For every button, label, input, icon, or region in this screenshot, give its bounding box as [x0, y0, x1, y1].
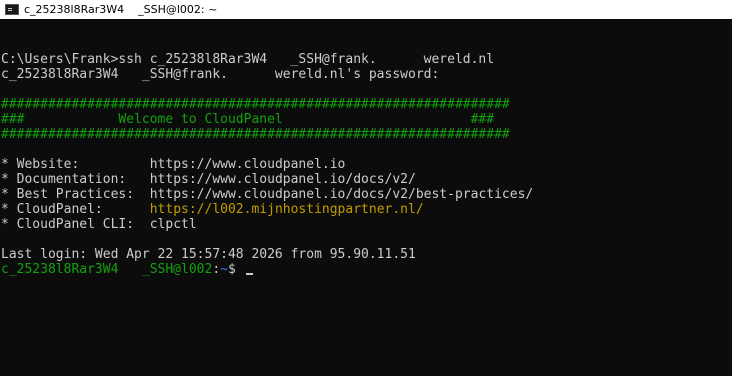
banner-bottom-line: ########################################…: [1, 127, 510, 142]
prompt-colon: :: [212, 262, 221, 277]
prompt-user-host: c_25238l8Rar3W4 _SSH@l002: [1, 262, 213, 277]
website-label: * Website:: [1, 157, 150, 172]
prompt-line[interactable]: c_25238l8Rar3W4 _SSH@l002:~$: [1, 262, 731, 277]
cloudpanel-label: * CloudPanel:: [1, 202, 150, 217]
last-login-line: Last login: Wed Apr 22 15:57:48 2026 fro…: [1, 247, 416, 262]
text-cursor: [245, 273, 253, 275]
cloudpanel-link[interactable]: https://l002.mijnhostingpartner.nl/: [150, 202, 424, 217]
banner-top-line: ########################################…: [1, 97, 510, 112]
website-link[interactable]: https://www.cloudpanel.io: [150, 157, 346, 172]
terminal-icon: [5, 4, 19, 15]
cloudpanel-cli-label: * CloudPanel CLI:: [1, 217, 150, 232]
best-practices-info-line: * Best Practices: https://www.cloudpanel…: [1, 187, 731, 202]
prompt-path: ~: [220, 262, 228, 277]
banner-welcome-line: ### Welcome to CloudPanel ###: [1, 112, 495, 127]
website-info-line: * Website: https://www.cloudpanel.io: [1, 157, 731, 172]
terminal-window: c_25238l8Rar3W4 _SSH@l002: ~ C:\Users\Fr…: [0, 0, 732, 376]
window-title: c_25238l8Rar3W4 _SSH@l002: ~: [24, 3, 218, 16]
ssh-command-line: C:\Users\Frank>ssh c_25238l8Rar3W4 _SSH@…: [1, 52, 495, 67]
best-practices-label: * Best Practices:: [1, 187, 150, 202]
title-bar[interactable]: c_25238l8Rar3W4 _SSH@l002: ~: [0, 0, 732, 19]
cloudpanel-cli-info-line: * CloudPanel CLI: clpctl: [1, 217, 731, 232]
cloudpanel-cli-value: clpctl: [149, 217, 197, 232]
terminal-output[interactable]: C:\Users\Frank>ssh c_25238l8Rar3W4 _SSH@…: [1, 37, 731, 277]
prompt-symbol: $: [227, 262, 244, 277]
documentation-link[interactable]: https://www.cloudpanel.io/docs/v2/: [150, 172, 416, 187]
best-practices-link[interactable]: https://www.cloudpanel.io/docs/v2/best-p…: [150, 187, 534, 202]
documentation-label: * Documentation:: [1, 172, 150, 187]
password-prompt-line: c_25238l8Rar3W4 _SSH@frank. wereld.nl's …: [1, 67, 440, 82]
documentation-info-line: * Documentation: https://www.cloudpanel.…: [1, 172, 731, 187]
cloudpanel-info-line: * CloudPanel: https://l002.mijnhostingpa…: [1, 202, 731, 217]
